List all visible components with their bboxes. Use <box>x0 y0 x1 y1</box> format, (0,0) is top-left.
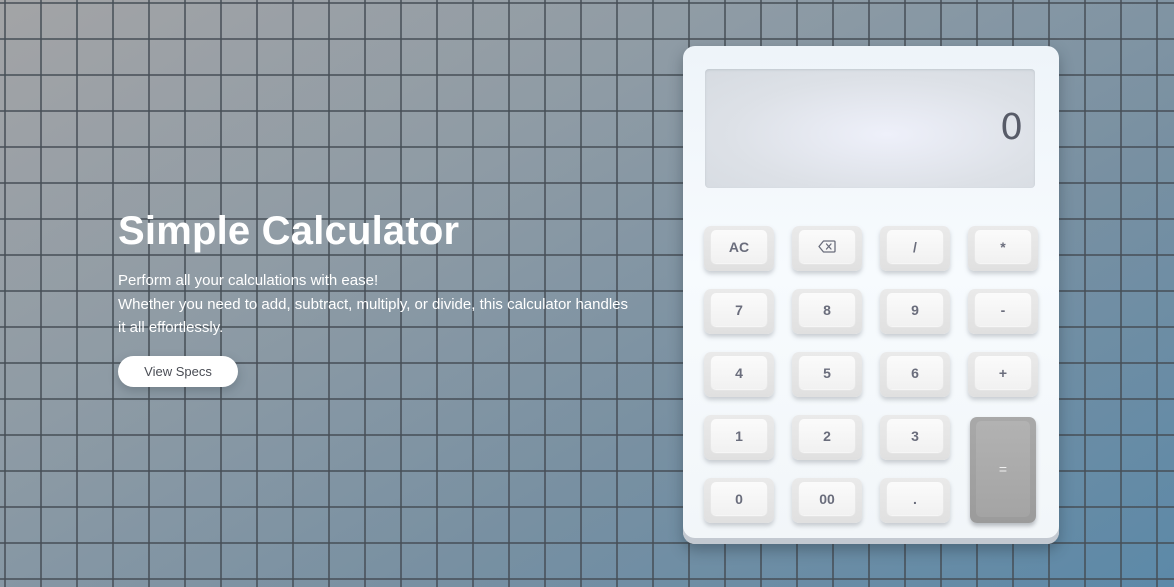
double-zero-label: 00 <box>799 482 855 515</box>
divide-label: / <box>887 230 943 263</box>
hero-description: Perform all your calculations with ease!… <box>118 269 638 340</box>
clear-label: AC <box>711 230 767 263</box>
double-zero-button[interactable]: 00 <box>792 478 862 523</box>
nine-button[interactable]: 9 <box>880 289 950 334</box>
four-button[interactable]: 4 <box>704 352 774 397</box>
subtract-button[interactable]: - <box>968 289 1038 334</box>
backspace-face <box>799 230 855 263</box>
clear-button[interactable]: AC <box>704 226 774 271</box>
decimal-button[interactable]: . <box>880 478 950 523</box>
one-button[interactable]: 1 <box>704 415 774 460</box>
subtract-label: - <box>975 293 1031 326</box>
backspace-icon <box>818 240 836 253</box>
equals-button[interactable]: = <box>970 417 1036 523</box>
page-title: Simple Calculator <box>118 209 460 253</box>
hero-line-1: Perform all your calculations with ease! <box>118 272 379 289</box>
three-button[interactable]: 3 <box>880 415 950 460</box>
add-label: + <box>975 356 1031 389</box>
three-label: 3 <box>887 419 943 452</box>
five-button[interactable]: 5 <box>792 352 862 397</box>
hero-section: Simple Calculator Perform all your calcu… <box>118 207 638 387</box>
eight-button[interactable]: 8 <box>792 289 862 334</box>
equals-label: = <box>976 421 1030 517</box>
add-button[interactable]: + <box>968 352 1038 397</box>
one-label: 1 <box>711 419 767 452</box>
calculator: 0 AC / * 7 8 9 - 4 5 6 + 1 2 3 = 0 00 . <box>683 46 1059 544</box>
seven-label: 7 <box>711 293 767 326</box>
backspace-button[interactable] <box>792 226 862 271</box>
display-value: 0 <box>1000 107 1023 148</box>
multiply-label: * <box>975 230 1031 263</box>
six-button[interactable]: 6 <box>880 352 950 397</box>
decimal-label: . <box>887 482 943 515</box>
zero-label: 0 <box>711 482 767 515</box>
view-specs-button[interactable]: View Specs <box>118 355 238 387</box>
two-label: 2 <box>799 419 855 452</box>
four-label: 4 <box>711 356 767 389</box>
zero-button[interactable]: 0 <box>704 478 774 523</box>
nine-label: 9 <box>887 293 943 326</box>
six-label: 6 <box>887 356 943 389</box>
five-label: 5 <box>799 356 855 389</box>
multiply-button[interactable]: * <box>968 226 1038 271</box>
seven-button[interactable]: 7 <box>704 289 774 334</box>
eight-label: 8 <box>799 293 855 326</box>
calculator-display: 0 <box>705 69 1035 188</box>
divide-button[interactable]: / <box>880 226 950 271</box>
hero-line-2: Whether you need to add, subtract, multi… <box>118 295 628 337</box>
two-button[interactable]: 2 <box>792 415 862 460</box>
